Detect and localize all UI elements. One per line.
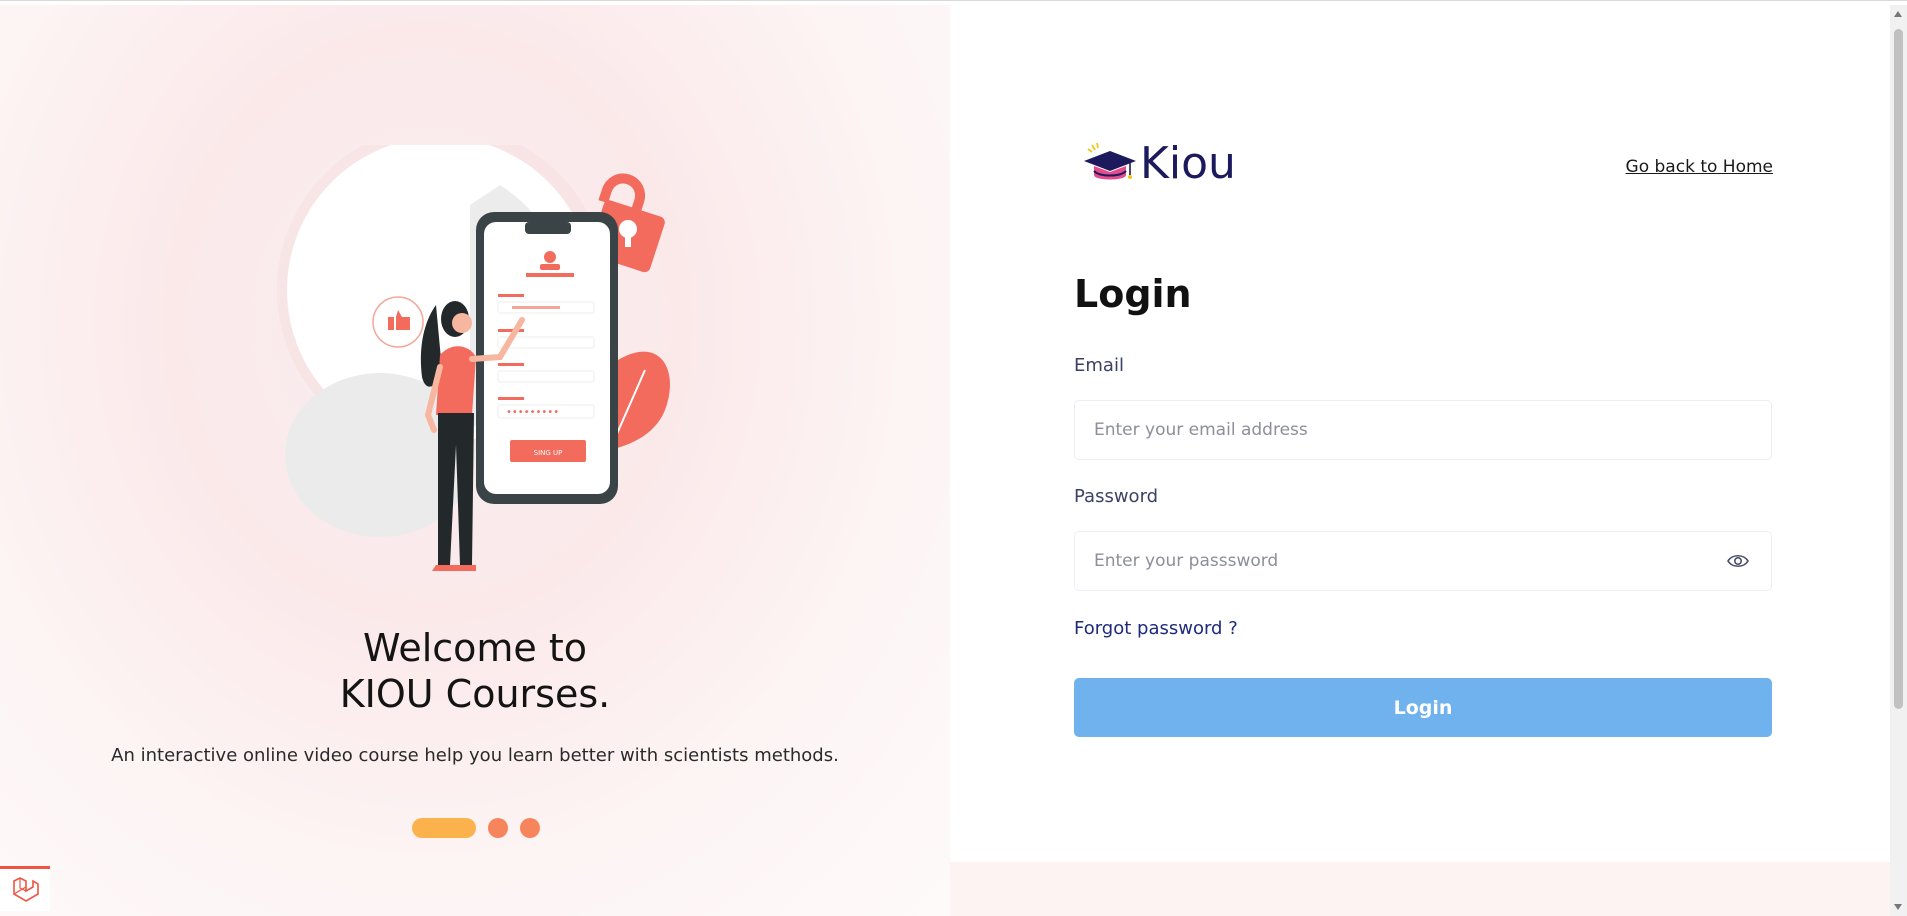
brand-logo[interactable]: Kiou (1082, 137, 1236, 189)
carousel-dot[interactable] (488, 818, 508, 838)
eye-icon[interactable] (1727, 552, 1749, 570)
laravel-debug-badge[interactable] (0, 866, 50, 911)
password-field[interactable] (1074, 531, 1772, 591)
carousel-dot[interactable] (520, 818, 540, 838)
footer-strip (950, 862, 1890, 916)
email-field[interactable] (1074, 400, 1772, 460)
email-input[interactable] (1075, 401, 1771, 459)
welcome-heading: Welcome to KIOU Courses. (0, 625, 950, 717)
graduation-cap-icon (1084, 142, 1136, 180)
carousel-dot-active[interactable] (412, 818, 476, 838)
login-button[interactable]: Login (1074, 678, 1772, 737)
page-scrollbar[interactable] (1890, 5, 1907, 916)
laravel-icon (13, 877, 39, 902)
email-label: Email (1074, 355, 1124, 376)
forgot-password-link[interactable]: Forgot password ? (1074, 618, 1238, 639)
scroll-down-arrow-icon[interactable] (1894, 904, 1902, 910)
scroll-thumb[interactable] (1894, 29, 1903, 709)
go-back-home-link[interactable]: Go back to Home (1626, 157, 1773, 177)
password-label: Password (1074, 486, 1159, 507)
svg-text:•••••••••: ••••••••• (506, 407, 559, 418)
password-input[interactable] (1075, 532, 1771, 590)
hero-panel: ••••••••• SING UP Welcome to KIOU Course… (0, 5, 950, 916)
carousel-indicators (412, 818, 540, 838)
login-title: Login (1074, 272, 1192, 316)
hero-tagline: An interactive online video course help … (111, 745, 839, 766)
illustration-button-text: SING UP (534, 449, 563, 457)
brand-name: Kiou (1140, 137, 1236, 189)
signup-illustration: ••••••••• SING UP (277, 145, 670, 571)
welcome-line-2: KIOU Courses. (339, 672, 611, 716)
welcome-line-1: Welcome to (362, 626, 588, 670)
scroll-up-arrow-icon[interactable] (1894, 11, 1902, 17)
